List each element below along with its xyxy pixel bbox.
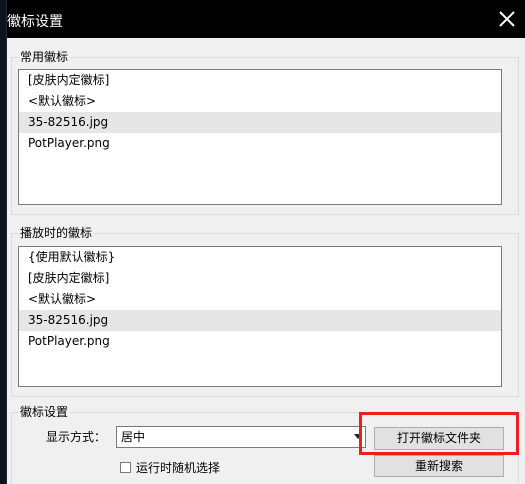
window-title: 徽标设置: [7, 14, 63, 30]
list-item[interactable]: <默认徽标>: [19, 91, 501, 112]
list-item[interactable]: {使用默认徽标}: [19, 247, 501, 268]
open-logo-folder-button[interactable]: 打开徽标文件夹: [374, 427, 504, 450]
list-item[interactable]: [皮肤内定徽标]: [19, 268, 501, 289]
close-button[interactable]: [496, 8, 518, 30]
list-item[interactable]: [皮肤内定徽标]: [19, 70, 501, 91]
titlebar: 徽标设置: [7, 0, 525, 38]
random-select-label: 运行时随机选择: [136, 461, 221, 475]
logo-settings-label: 徽标设置: [18, 404, 71, 420]
playback-logos-group: 播放时的徽标 {使用默认徽标} [皮肤内定徽标] <默认徽标> 35-82516.jp…: [11, 225, 519, 397]
list-item[interactable]: PotPlayer.png: [19, 133, 501, 154]
chevron-down-icon: [354, 434, 362, 439]
close-icon: [499, 11, 515, 27]
rescan-button[interactable]: 重新搜索: [374, 455, 504, 477]
playback-logos-label: 播放时的徽标: [18, 225, 95, 241]
random-select-option[interactable]: 运行时随机选择: [120, 459, 220, 476]
display-mode-label: 显示方式：: [46, 430, 107, 444]
list-item[interactable]: <默认徽标>: [19, 289, 501, 310]
list-item[interactable]: PotPlayer.png: [19, 331, 501, 352]
open-logo-folder-label: 打开徽标文件夹: [396, 431, 481, 445]
rescan-label: 重新搜索: [414, 459, 463, 473]
playback-logos-list[interactable]: {使用默认徽标} [皮肤内定徽标] <默认徽标> 35-82516.jpg PotPla…: [18, 246, 502, 387]
display-mode-dropdown[interactable]: 居中: [116, 426, 366, 448]
random-select-checkbox[interactable]: [120, 462, 131, 473]
common-logos-label: 常用徽标: [18, 49, 71, 65]
list-item[interactable]: 35-82516.jpg: [19, 112, 501, 133]
common-logos-list[interactable]: [皮肤内定徽标] <默认徽标> 35-82516.jpg PotPlayer.png: [18, 69, 502, 205]
common-logos-group: 常用徽标 [皮肤内定徽标] <默认徽标> 35-82516.jpg PotPlayer…: [11, 49, 519, 215]
logo-settings-group: 徽标设置 显示方式： 居中 运行时随机选择 打开徽标文件夹 重新搜索: [11, 404, 519, 484]
logo-settings-dialog: 徽标设置 常用徽标 [皮肤内定徽标] <默认徽标> 35-82516.jpg PotP…: [6, 0, 525, 484]
display-mode-value: 居中: [121, 430, 146, 444]
list-item[interactable]: 35-82516.jpg: [19, 310, 501, 331]
